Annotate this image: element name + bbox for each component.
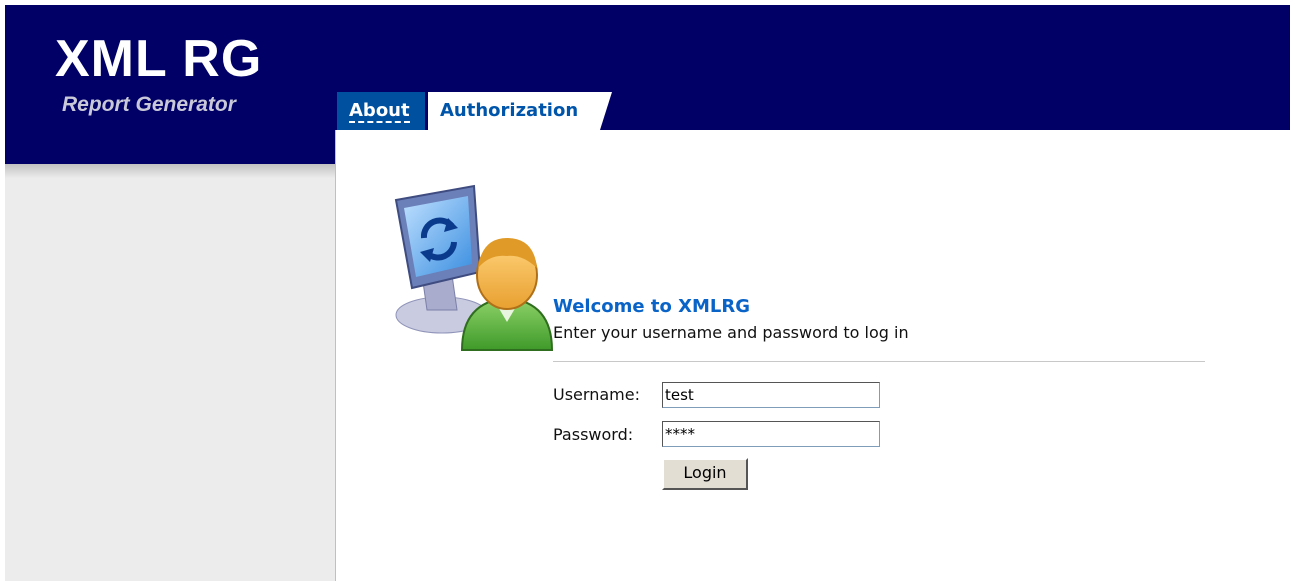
login-button[interactable]: Login [662,458,748,490]
tab-about-label: About [349,100,410,123]
username-input[interactable] [662,382,880,408]
sidebar-shadow [5,164,335,178]
username-label: Username: [553,385,640,404]
logo-title: XML RG [55,30,263,88]
password-label: Password: [553,425,634,444]
tab-about[interactable]: About [337,92,425,130]
divider [553,361,1205,362]
tab-authorization[interactable]: Authorization [428,92,612,130]
welcome-subtitle: Enter your username and password to log … [553,323,909,342]
sidebar-header-strip [5,130,335,164]
logo-subtitle: Report Generator [62,93,236,116]
user-computer-login-icon [394,184,554,351]
password-input[interactable] [662,421,880,447]
tab-authorization-label: Authorization [440,100,579,121]
app-header: XML RG Report Generator [5,5,1290,130]
welcome-title: Welcome to XMLRG [553,296,750,317]
sidebar [5,130,336,581]
